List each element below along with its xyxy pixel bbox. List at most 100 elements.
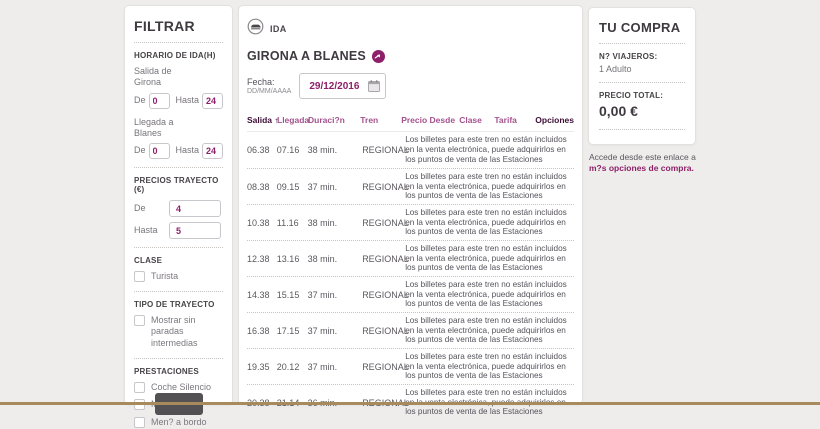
cell-availability-message: Los billetes para este tren no están inc… <box>405 280 574 309</box>
cell-duracion: 37 min. <box>308 326 363 336</box>
cell-availability-message: Los billetes para este tren no están inc… <box>405 208 574 237</box>
cell-duracion: 38 min. <box>308 254 363 264</box>
section-title-tipo-trayecto: TIPO DE TRAYECTO <box>134 300 223 309</box>
table-row: 16.38 17.15 37 min. REGIONAL Los billete… <box>247 312 574 348</box>
column-header-llegada[interactable]: Llegada <box>277 115 308 125</box>
divider <box>134 167 223 168</box>
precio-hasta-input[interactable] <box>169 222 221 239</box>
train-icon <box>247 18 264 40</box>
cell-duracion: 37 min. <box>308 182 363 192</box>
salida-de-label: Salida de <box>134 66 223 77</box>
filter-panel: FILTRAR HORARIO DE IDA(H) Salida de Giro… <box>124 5 233 405</box>
table-row: 14.38 15.15 37 min. REGIONAL Los billete… <box>247 276 574 312</box>
more-options-prefix: Accede desde este enlace a <box>589 152 696 162</box>
cell-availability-message: Los billetes para este tren no están inc… <box>405 172 574 201</box>
checkbox-menu-a-bordo[interactable] <box>134 417 145 428</box>
precio-hasta-label: Hasta <box>134 225 169 236</box>
column-header-salida[interactable]: Salida ↑ <box>247 115 277 125</box>
llegada-de-input[interactable] <box>149 143 170 159</box>
cell-tren: REGIONAL <box>362 182 405 192</box>
cell-tren: REGIONAL <box>362 254 405 264</box>
cell-duracion: 38 min. <box>308 218 363 228</box>
cart-title: TU COMPRA <box>599 20 685 35</box>
cell-tren: REGIONAL <box>362 326 405 336</box>
de-label: De <box>134 145 146 156</box>
divider <box>599 82 685 83</box>
section-title-precios: PRECIOS TRAYECTO (€) <box>134 176 223 194</box>
cart-panel: TU COMPRA N? VIAJEROS: 1 Adulto PRECIO T… <box>588 7 696 145</box>
cell-availability-message: Los billetes para este tren no están inc… <box>405 352 574 381</box>
more-options-text: Accede desde este enlace a m?s opciones … <box>589 152 701 174</box>
checkbox-coche-silencio[interactable] <box>134 382 145 393</box>
total-value: 0,00 € <box>599 103 685 119</box>
results-panel: IDA GIRONA A BLANES Fecha: DD/MM/AAAA Sa… <box>238 5 583 405</box>
salida-city-label: Girona <box>134 77 223 88</box>
precio-de-label: De <box>134 203 169 214</box>
column-header-clase[interactable]: Clase <box>459 115 494 125</box>
column-header-tarifa[interactable]: Tarifa <box>494 115 535 125</box>
cell-salida: 10.38 <box>247 218 277 228</box>
divider <box>599 129 685 130</box>
checkbox-label-sin-paradas: Mostrar sin paradas intermedias <box>151 315 223 350</box>
column-header-tren[interactable]: Tren <box>360 115 401 125</box>
cell-salida: 08.38 <box>247 182 277 192</box>
divider <box>134 42 223 43</box>
llegada-city-label: Blanes <box>134 128 223 139</box>
cell-salida: 16.38 <box>247 326 277 336</box>
table-row: 10.38 11.16 38 min. REGIONAL Los billete… <box>247 204 574 240</box>
checkbox-label-menu-a-bordo: Men? a bordo <box>151 417 207 429</box>
fecha-format-hint: DD/MM/AAAA <box>247 88 291 95</box>
arrow-circle-icon[interactable] <box>372 50 385 63</box>
divider <box>134 247 223 248</box>
cell-llegada: 13.16 <box>277 254 308 264</box>
cell-llegada: 07.16 <box>277 145 308 155</box>
cell-salida: 06.38 <box>247 145 277 155</box>
column-header-opciones[interactable]: Opciones <box>535 115 574 125</box>
cell-llegada: 15.15 <box>277 290 308 300</box>
cell-llegada: 17.15 <box>277 326 308 336</box>
cell-salida: 14.38 <box>247 290 277 300</box>
checkbox-sin-paradas[interactable] <box>134 315 145 326</box>
checkbox-label-turista: Turista <box>151 271 178 283</box>
salida-de-input[interactable] <box>149 93 170 109</box>
table-row: 06.38 07.16 38 min. REGIONAL Los billete… <box>247 132 574 168</box>
divider <box>134 291 223 292</box>
direction-label: IDA <box>270 24 287 34</box>
checkbox-turista[interactable] <box>134 271 145 282</box>
cell-tren: REGIONAL <box>362 145 405 155</box>
cell-salida: 19.35 <box>247 362 277 372</box>
route-title: GIRONA A BLANES <box>247 49 366 63</box>
more-options-link[interactable]: m?s opciones de compra. <box>589 163 694 173</box>
section-title-horario: HORARIO DE IDA(H) <box>134 51 223 60</box>
column-header-precio-desde[interactable]: Precio Desde <box>401 115 459 125</box>
table-row: 12.38 13.16 38 min. REGIONAL Los billete… <box>247 240 574 276</box>
viajeros-value: 1 Adulto <box>599 64 685 74</box>
divider <box>599 43 685 44</box>
cell-availability-message: Los billetes para este tren no están inc… <box>405 244 574 273</box>
cell-salida: 12.38 <box>247 254 277 264</box>
fecha-label: Fecha: <box>247 77 291 87</box>
viajeros-label: N? VIAJEROS: <box>599 52 685 61</box>
hasta-label: Hasta <box>175 95 199 106</box>
divider <box>134 358 223 359</box>
cell-tren: REGIONAL <box>362 362 405 372</box>
cell-availability-message: Los billetes para este tren no están inc… <box>405 135 574 164</box>
hasta-label: Hasta <box>175 145 199 156</box>
filter-title: FILTRAR <box>134 18 223 34</box>
cell-duracion: 37 min. <box>308 290 363 300</box>
calendar-icon[interactable] <box>368 80 380 92</box>
salida-hasta-input[interactable] <box>202 93 223 109</box>
precio-de-input[interactable] <box>169 200 221 217</box>
cell-duracion: 38 min. <box>308 145 363 155</box>
cell-tren: REGIONAL <box>362 218 405 228</box>
cell-duracion: 37 min. <box>308 362 363 372</box>
llegada-hasta-input[interactable] <box>202 143 223 159</box>
column-header-duracion[interactable]: Duraci?n <box>308 115 360 125</box>
table-row: 19.35 20.12 37 min. REGIONAL Los billete… <box>247 348 574 384</box>
cell-tren: REGIONAL <box>362 290 405 300</box>
table-row: 08.38 09.15 37 min. REGIONAL Los billete… <box>247 168 574 204</box>
section-title-prestaciones: PRESTACIONES <box>134 367 223 376</box>
results-rows: 06.38 07.16 38 min. REGIONAL Los billete… <box>247 132 574 420</box>
section-title-clase: CLASE <box>134 256 223 265</box>
total-label: PRECIO TOTAL: <box>599 91 685 100</box>
